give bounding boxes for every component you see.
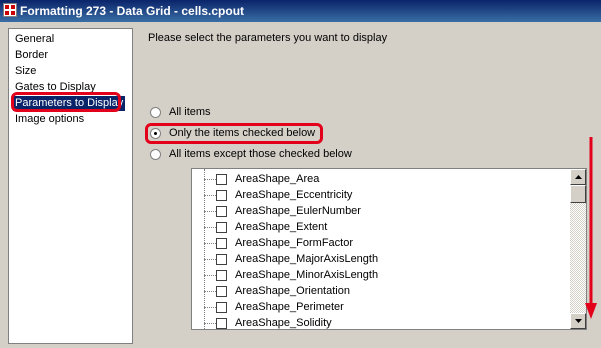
tree-item-label: AreaShape_Solidity (235, 317, 332, 329)
tree-connector (204, 227, 216, 228)
tree-item-label: AreaShape_EulerNumber (235, 205, 361, 217)
tree-connector (204, 307, 216, 308)
tree-connector (204, 243, 216, 244)
checkbox[interactable] (216, 254, 227, 265)
checkbox[interactable] (216, 270, 227, 281)
tree-item[interactable]: AreaShape_Area (192, 172, 570, 188)
tree-item[interactable]: AreaShape_Orientation (192, 284, 570, 300)
sidebar-item-size[interactable]: Size (15, 64, 36, 79)
sidebar-item-general[interactable]: General (15, 32, 54, 47)
tree-item-label: AreaShape_Orientation (235, 285, 350, 297)
checkbox[interactable] (216, 286, 227, 297)
highlight-box-radio (145, 123, 323, 144)
tree-item-label: AreaShape_MinorAxisLength (235, 269, 379, 281)
tree-connector (204, 259, 216, 260)
parameter-tree[interactable]: AreaShape_Area AreaShape_Eccentricity Ar… (191, 168, 587, 330)
tree-item-label: AreaShape_Extent (235, 221, 328, 233)
sidebar: General Border Size Gates to Display Par… (8, 28, 133, 344)
tree-item-label: AreaShape_Perimeter (235, 301, 344, 313)
radio-label: All items except those checked below (169, 148, 352, 160)
window-title: Formatting 273 - Data Grid - cells.cpout (20, 4, 245, 18)
checkbox[interactable] (216, 206, 227, 217)
tree-connector (204, 211, 216, 212)
checkbox[interactable] (216, 222, 227, 233)
checkbox[interactable] (216, 302, 227, 313)
checkbox[interactable] (216, 190, 227, 201)
title-bar[interactable]: Formatting 273 - Data Grid - cells.cpout (0, 0, 601, 22)
radio-button[interactable] (150, 149, 161, 160)
tree-item[interactable]: AreaShape_MajorAxisLength (192, 252, 570, 268)
tree-item[interactable]: AreaShape_EulerNumber (192, 204, 570, 220)
highlight-box-sidebar (11, 92, 121, 112)
tree-connector (204, 323, 216, 324)
tree-item-label: AreaShape_Area (235, 173, 320, 185)
sidebar-item-image-options[interactable]: Image options (15, 112, 84, 127)
triangle-up-icon (575, 175, 582, 179)
radio-button[interactable] (150, 107, 161, 118)
tree-item[interactable]: AreaShape_Eccentricity (192, 188, 570, 204)
scroll-up-button[interactable] (570, 169, 586, 185)
tree-connector (204, 291, 216, 292)
radio-label: All items (169, 106, 211, 118)
sidebar-item-border[interactable]: Border (15, 48, 48, 63)
tree-item[interactable]: AreaShape_Extent (192, 220, 570, 236)
instruction-text: Please select the parameters you want to… (148, 32, 388, 44)
tree-item[interactable]: AreaShape_Solidity (192, 316, 570, 329)
checkbox[interactable] (216, 174, 227, 185)
checkbox[interactable] (216, 238, 227, 249)
tree-connector (204, 195, 216, 196)
vertical-scrollbar[interactable] (570, 169, 586, 329)
tree-item-label: AreaShape_MajorAxisLength (235, 253, 379, 265)
tree-item[interactable]: AreaShape_FormFactor (192, 236, 570, 252)
tree-item[interactable]: AreaShape_Perimeter (192, 300, 570, 316)
tree-item-label: AreaShape_Eccentricity (235, 189, 353, 201)
app-icon (3, 3, 17, 17)
triangle-down-icon (575, 319, 582, 323)
checkbox[interactable] (216, 318, 227, 329)
scroll-thumb[interactable] (570, 185, 586, 203)
tree-item[interactable]: AreaShape_MinorAxisLength (192, 268, 570, 284)
scroll-down-button[interactable] (570, 313, 586, 329)
tree-item-label: AreaShape_FormFactor (235, 237, 353, 249)
tree-connector (204, 275, 216, 276)
tree-connector (204, 179, 216, 180)
red-down-arrow-icon (585, 137, 597, 319)
